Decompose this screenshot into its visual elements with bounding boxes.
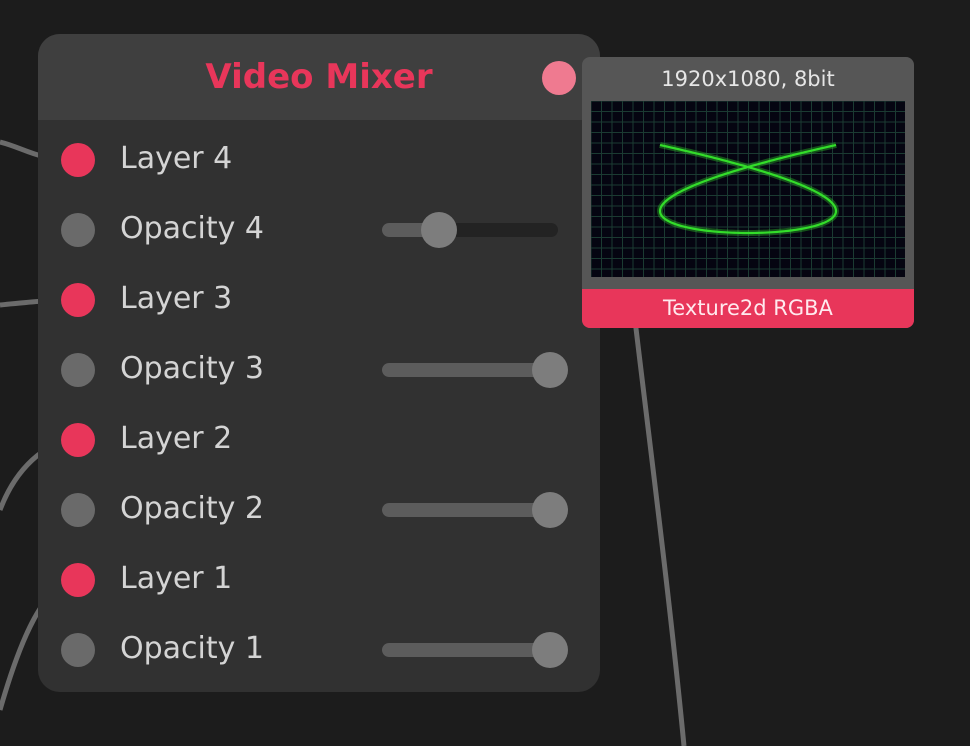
texture-type-label: Texture2d RGBA — [663, 296, 833, 320]
opacity-port-icon[interactable] — [61, 493, 95, 527]
opacity-label: Opacity 3 — [120, 351, 265, 386]
texture-preview-panel: 1920x1080, 8bit Texture2d RGBA — [582, 57, 914, 328]
layer-port-icon[interactable] — [61, 143, 95, 177]
slider-track[interactable] — [382, 223, 558, 237]
opacity-port-icon[interactable] — [61, 353, 95, 387]
node-header[interactable]: Video Mixer — [38, 34, 600, 120]
slider-fill — [382, 643, 550, 657]
layer-input-row: Layer 1 — [38, 545, 600, 615]
opacity-slider[interactable] — [382, 212, 570, 248]
preview-footer: Texture2d RGBA — [582, 289, 914, 328]
layer-input-row: Layer 3 — [38, 265, 600, 335]
node-title: Video Mixer — [205, 57, 433, 97]
layer-label: Layer 3 — [120, 281, 233, 316]
opacity-row: Opacity 1 — [38, 615, 600, 685]
opacity-slider[interactable] — [382, 492, 570, 528]
preview-resolution: 1920x1080, 8bit — [661, 67, 835, 91]
opacity-port-icon[interactable] — [61, 213, 95, 247]
slider-thumb[interactable] — [532, 352, 568, 388]
slider-thumb[interactable] — [532, 492, 568, 528]
preview-image — [590, 100, 905, 277]
output-port-icon[interactable] — [542, 61, 576, 95]
layer-port-icon[interactable] — [61, 563, 95, 597]
opacity-row: Opacity 3 — [38, 335, 600, 405]
slider-thumb[interactable] — [421, 212, 458, 248]
opacity-row: Opacity 2 — [38, 475, 600, 545]
layer-input-row: Layer 2 — [38, 405, 600, 475]
opacity-label: Opacity 2 — [120, 491, 265, 526]
slider-fill — [382, 503, 550, 517]
slider-thumb[interactable] — [532, 632, 568, 668]
layer-label: Layer 2 — [120, 421, 233, 456]
video-mixer-node[interactable]: Video Mixer Layer 4 Opacity 4 Layer 3 Opaci… — [38, 34, 600, 692]
opacity-slider[interactable] — [382, 352, 570, 388]
layer-label: Layer 1 — [120, 561, 233, 596]
layer-label: Layer 4 — [120, 141, 233, 176]
wire-output[interactable] — [632, 319, 687, 746]
opacity-label: Opacity 4 — [120, 211, 265, 246]
opacity-port-icon[interactable] — [61, 633, 95, 667]
layer-port-icon[interactable] — [61, 283, 95, 317]
layer-input-row: Layer 4 — [38, 125, 600, 195]
opacity-row: Opacity 4 — [38, 195, 600, 265]
layer-port-icon[interactable] — [61, 423, 95, 457]
opacity-slider[interactable] — [382, 632, 570, 668]
opacity-label: Opacity 1 — [120, 631, 265, 666]
slider-fill — [382, 363, 550, 377]
